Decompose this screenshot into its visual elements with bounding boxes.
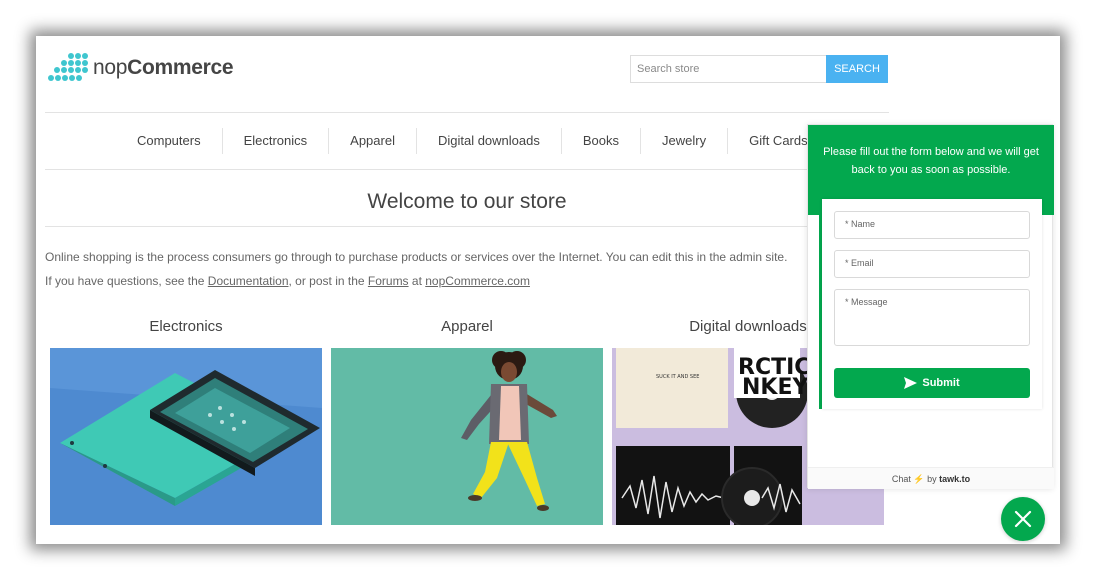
chat-footer-prefix: Chat xyxy=(891,474,911,484)
category-electronics[interactable]: Electronics xyxy=(50,318,322,525)
submit-button[interactable]: Submit xyxy=(834,368,1030,398)
message-field[interactable]: * Message xyxy=(834,289,1030,346)
search-button[interactable]: SEARCH xyxy=(826,55,888,83)
documentation-link[interactable]: Documentation xyxy=(208,274,289,288)
top-menu: Computers Electronics Apparel Digital do… xyxy=(116,128,829,154)
submit-label: Submit xyxy=(922,377,960,389)
search-input[interactable] xyxy=(630,55,826,83)
store-logo[interactable]: nopCommerce xyxy=(47,52,234,84)
title-divider xyxy=(45,226,889,227)
send-icon xyxy=(904,377,918,389)
intro-text: Online shopping is the process consumers… xyxy=(45,245,787,293)
search-box: SEARCH xyxy=(630,55,888,83)
logo-text-suffix: Commerce xyxy=(127,56,234,79)
intro-line-2: If you have questions, see the Documenta… xyxy=(45,269,787,293)
intro-line-1: Online shopping is the process consumers… xyxy=(45,250,788,264)
intro-text-part: at xyxy=(408,274,426,288)
name-field[interactable]: * Name xyxy=(834,211,1030,239)
category-title[interactable]: Apparel xyxy=(331,318,603,338)
nav-item-digital-downloads[interactable]: Digital downloads xyxy=(417,128,562,154)
nav-divider xyxy=(45,169,889,170)
close-icon xyxy=(1014,510,1032,528)
email-field[interactable]: * Email xyxy=(834,250,1030,278)
logo-text: nopCommerce xyxy=(93,56,234,80)
album-title-text: SUCK IT AND SEE xyxy=(656,374,699,380)
chat-close-button[interactable] xyxy=(1001,497,1045,541)
chat-footer-brand: tawk.to xyxy=(939,474,971,484)
lightning-icon: ⚡ xyxy=(913,474,925,484)
nav-item-electronics[interactable]: Electronics xyxy=(223,128,330,154)
category-title[interactable]: Electronics xyxy=(50,318,322,338)
nav-item-apparel[interactable]: Apparel xyxy=(329,128,417,154)
chat-footer[interactable]: Chat ⚡ by tawk.to xyxy=(808,467,1054,489)
intro-text-part: If you have questions, see the xyxy=(45,274,208,288)
chat-header-text: Please fill out the form below and we wi… xyxy=(823,146,1039,176)
page-title: Welcome to our store xyxy=(367,190,567,213)
nopcommerce-link[interactable]: nopCommerce.com xyxy=(425,274,530,288)
forums-link[interactable]: Forums xyxy=(368,274,409,288)
header-divider xyxy=(45,112,889,113)
chat-widget: Please fill out the form below and we wi… xyxy=(807,124,1054,489)
nav-item-jewelry[interactable]: Jewelry xyxy=(641,128,729,154)
category-apparel[interactable]: Apparel xyxy=(331,318,603,525)
intro-text-part: , or post in the xyxy=(288,274,368,288)
chat-form: * Name * Email * Message Submit xyxy=(822,199,1042,409)
apparel-image[interactable] xyxy=(331,348,603,525)
phone-image[interactable] xyxy=(50,348,322,525)
browser-frame: nopCommerce SEARCH Computers Electronics… xyxy=(36,36,1060,544)
nav-item-computers[interactable]: Computers xyxy=(116,128,223,154)
logo-text-prefix: nop xyxy=(93,56,128,79)
logo-dots-icon xyxy=(48,53,88,81)
chat-footer-by: by xyxy=(927,474,937,484)
nav-item-books[interactable]: Books xyxy=(562,128,642,154)
